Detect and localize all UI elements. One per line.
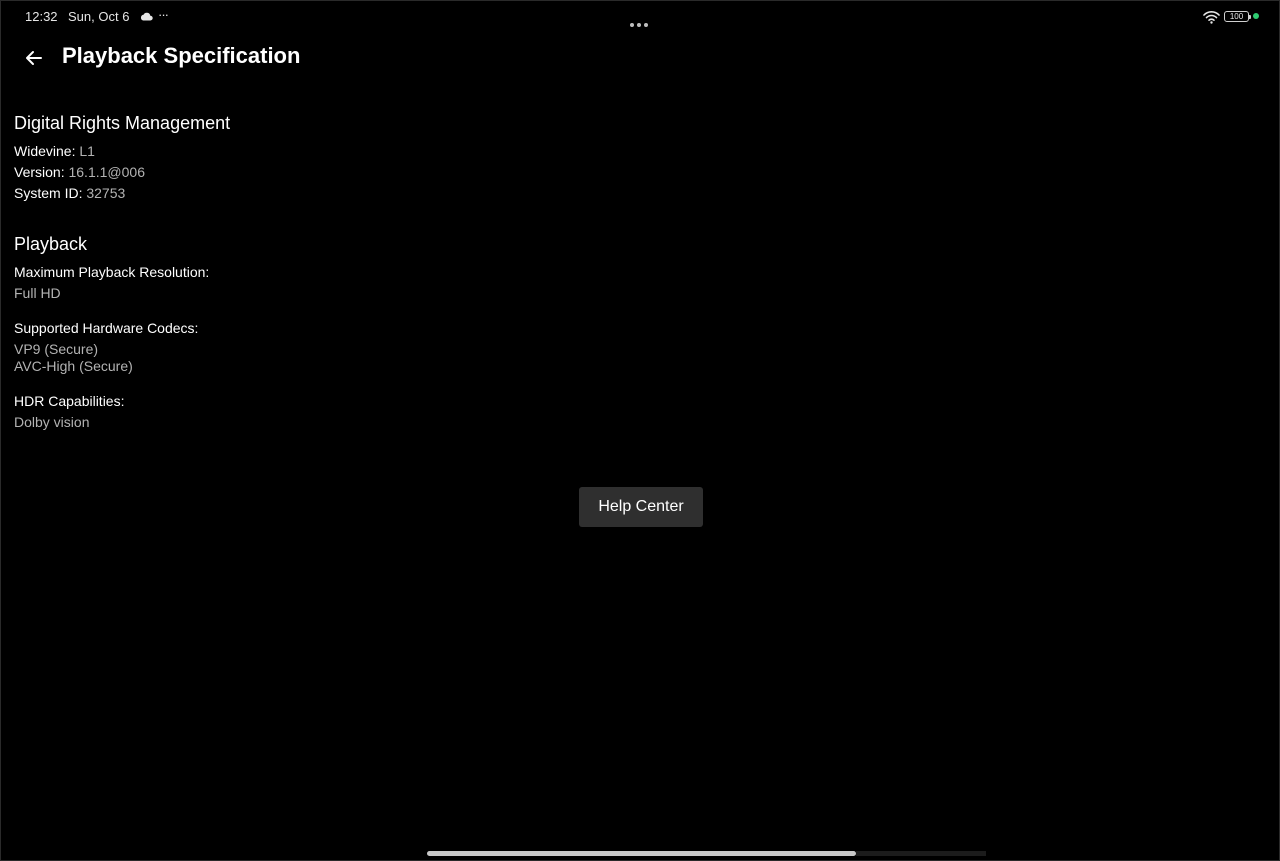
system-id-row: System ID: 32753 (14, 185, 125, 201)
privacy-dot-icon (1253, 13, 1259, 19)
hdr-label: HDR Capabilities: (14, 393, 125, 409)
widevine-label: Widevine: (14, 143, 76, 159)
arrow-left-icon (26, 51, 42, 65)
max-resolution-value: Full HD (14, 285, 61, 301)
version-value: 16.1.1@006 (68, 164, 145, 180)
wifi-icon (1203, 11, 1220, 24)
status-bar: 12:32 Sun, Oct 6 ··· 100 (1, 1, 1280, 33)
drm-section-title: Digital Rights Management (14, 113, 231, 133)
codecs-label: Supported Hardware Codecs: (14, 320, 199, 336)
page-title: Playback Specification (62, 43, 301, 68)
version-label: Version: (14, 164, 65, 180)
app-screen: 12:32 Sun, Oct 6 ··· 100 Playback Specif… (0, 0, 1280, 861)
status-date: Sun, Oct 6 (68, 9, 130, 24)
back-button[interactable] (21, 45, 47, 71)
multitask-dots-icon[interactable] (630, 14, 652, 27)
max-resolution-label: Maximum Playback Resolution: (14, 264, 210, 280)
playback-section-title: Playback (14, 234, 88, 254)
system-id-value: 32753 (86, 185, 126, 201)
status-time: 12:32 (25, 9, 58, 24)
widevine-value: L1 (79, 143, 95, 159)
cloud-icon (140, 12, 153, 21)
version-row: Version: 16.1.1@006 (14, 164, 145, 180)
system-id-label: System ID: (14, 185, 83, 201)
widevine-row: Widevine: L1 (14, 143, 95, 159)
battery-icon: 100 (1224, 11, 1251, 22)
status-overflow-icon: ··· (158, 7, 169, 22)
hdr-value: Dolby vision (14, 414, 90, 430)
codec-item: VP9 (Secure) (14, 341, 99, 357)
gesture-nav-handle[interactable] (427, 851, 856, 856)
nav-bar-segment (856, 851, 986, 856)
help-center-button[interactable]: Help Center (579, 487, 703, 527)
codec-item: AVC-High (Secure) (14, 358, 133, 374)
